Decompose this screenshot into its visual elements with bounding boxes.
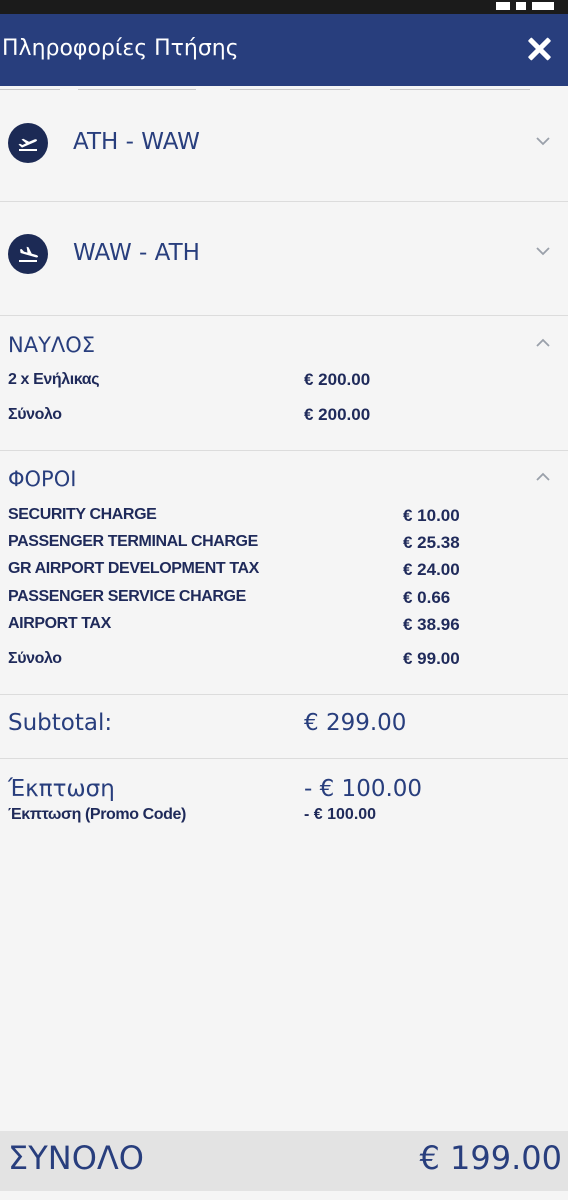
tax-row-value: € 10.00	[403, 506, 460, 525]
taxes-section-title: ΦΟΡΟΙ	[8, 467, 77, 491]
tax-row-value: € 38.96	[403, 615, 460, 634]
tax-row-label: PASSENGER SERVICE CHARGE	[8, 588, 246, 605]
grand-total-bar: ΣΥΝΟΛΟ € 199.00	[0, 1131, 568, 1191]
tax-row-value: € 24.00	[403, 560, 460, 579]
tax-row-label: SECURITY CHARGE	[8, 506, 157, 523]
discount-label: Έκπτωση	[8, 776, 115, 802]
flight-row-outbound[interactable]: ATH - WAW	[0, 92, 568, 202]
tax-row-label: GR AIRPORT DEVELOPMENT TAX	[8, 560, 259, 577]
page-title: Πληροφορίες Πτήσης	[2, 36, 239, 61]
grand-total-label: ΣΥΝΟΛΟ	[8, 1139, 144, 1177]
chevron-up-icon[interactable]	[536, 470, 550, 484]
subtotal-label: Subtotal:	[8, 710, 113, 736]
tax-row-value: € 25.38	[403, 533, 460, 552]
promo-discount-value: - € 100.00	[304, 806, 377, 823]
taxes-total-label: Σύνολο	[8, 650, 62, 667]
flight-route-label: WAW - ATH	[73, 240, 200, 266]
taxes-total-value: € 99.00	[403, 649, 460, 668]
discount-value: - € 100.00	[304, 776, 423, 802]
close-icon[interactable]	[524, 34, 554, 64]
tax-row-label: PASSENGER TERMINAL CHARGE	[8, 533, 258, 550]
divider	[0, 694, 568, 695]
status-bar	[0, 0, 568, 14]
chevron-up-icon[interactable]	[536, 336, 550, 350]
flight-route-label: ATH - WAW	[73, 129, 200, 155]
divider	[0, 450, 568, 451]
airplane-takeoff-icon	[8, 123, 48, 163]
fare-total-value: € 200.00	[304, 405, 371, 424]
flight-row-return[interactable]: WAW - ATH	[0, 202, 568, 316]
tax-row-label: AIRPORT TAX	[8, 615, 111, 632]
status-icons	[496, 2, 554, 10]
fare-total-label: Σύνολο	[8, 406, 62, 423]
tax-row-value: € 0.66	[403, 588, 451, 607]
promo-discount-label: Έκπτωση (Promo Code)	[8, 806, 186, 823]
fare-section-title: ΝΑΥΛΟΣ	[8, 333, 96, 357]
bottom-strip	[0, 1191, 568, 1200]
chevron-down-icon[interactable]	[536, 244, 550, 258]
grand-total-value: € 199.00	[419, 1139, 563, 1177]
header-bar: Πληροφορίες Πτήσης	[0, 14, 568, 86]
chevron-down-icon[interactable]	[536, 134, 550, 148]
subtotal-value: € 299.00	[304, 710, 407, 736]
fare-row-label: 2 x Ενήλικας	[8, 371, 100, 388]
fare-row-value: € 200.00	[304, 370, 371, 389]
airplane-landing-icon	[8, 234, 48, 274]
divider	[0, 758, 568, 759]
